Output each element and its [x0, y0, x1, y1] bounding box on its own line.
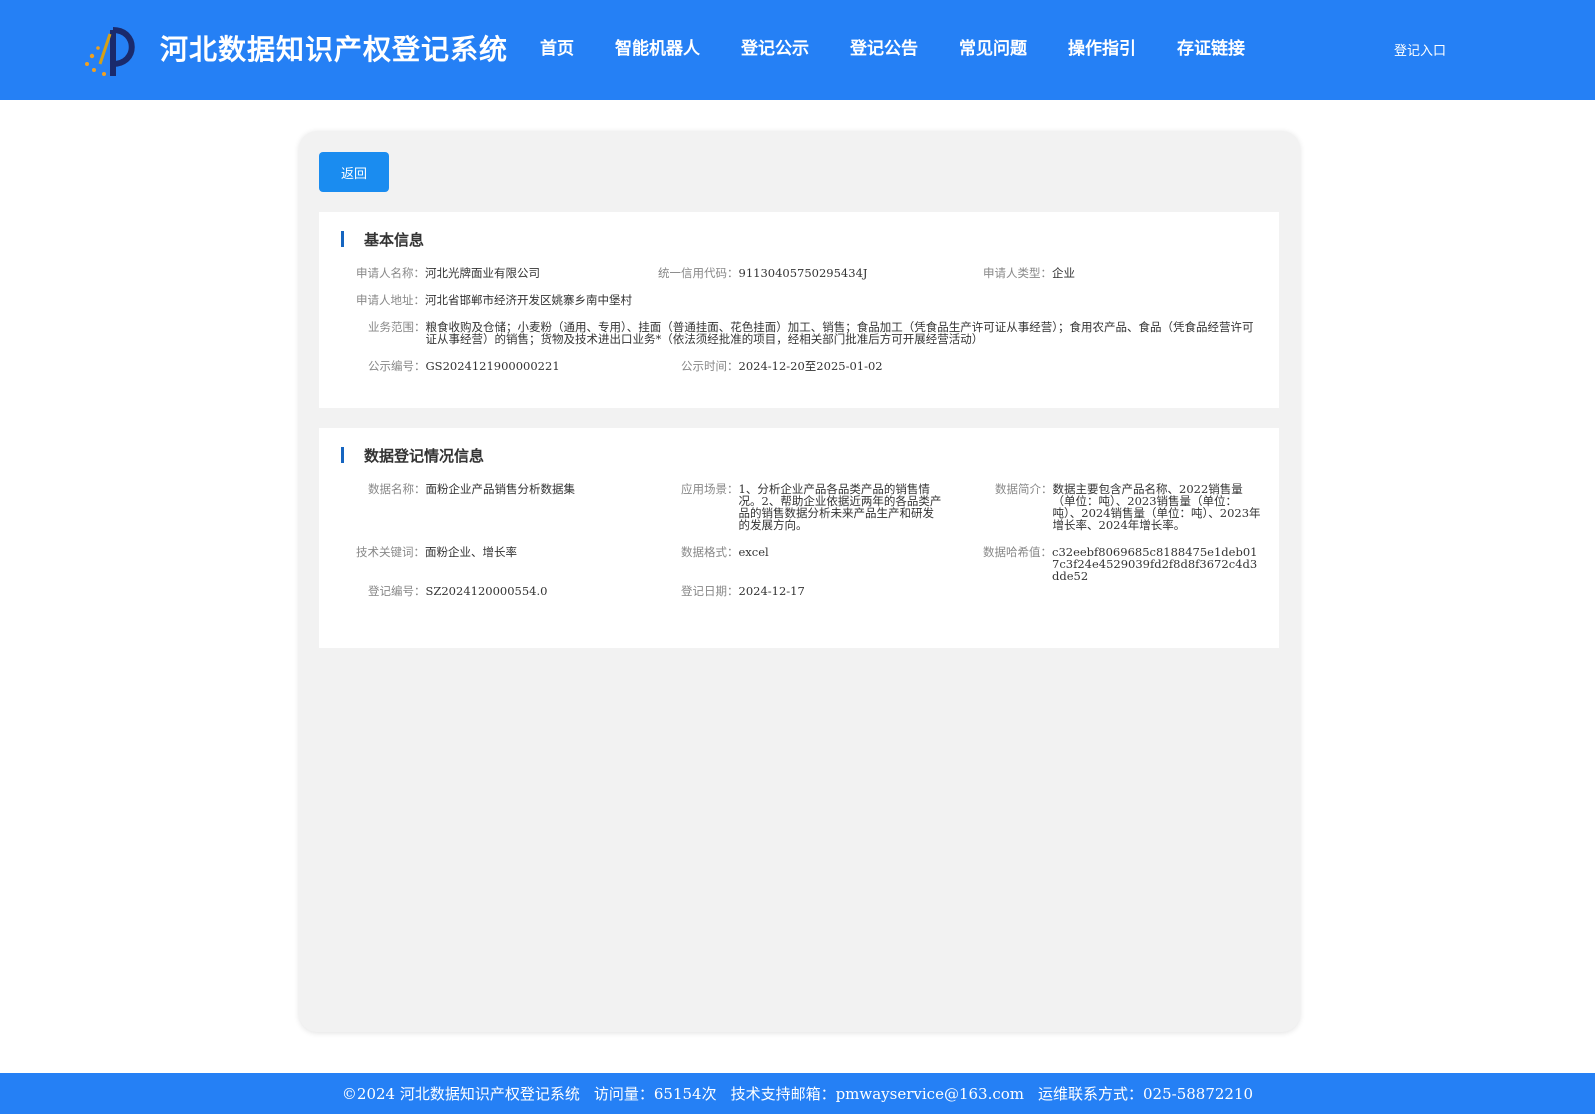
reg-no-field: 登记编号： SZ2024120000554.0 — [368, 584, 548, 598]
applicant-address-field: 申请人地址： 河北省邯郸市经济开发区姚寨乡南中堡村 — [356, 293, 632, 307]
footer-email: 技术支持邮箱：pmwayservice@163.com — [730, 1085, 1025, 1103]
data-name-field: 数据名称： 面粉企业产品销售分析数据集 — [368, 482, 575, 496]
scenario-field: 应用场景： 1、分析企业产品各品类产品的销售情况。2、帮助企业依据近两年的各品类… — [681, 482, 942, 532]
reg-date-field: 登记日期： 2024-12-17 — [681, 584, 805, 598]
format-field: 数据格式： excel — [681, 545, 769, 559]
applicant-name-field: 申请人名称： 河北光牌面业有限公司 — [356, 266, 540, 280]
nav-faq[interactable]: 常见问题 — [959, 34, 1027, 59]
nav-guide[interactable]: 操作指引 — [1068, 34, 1136, 59]
data-info-card: 数据登记情况信息 数据名称： 面粉企业产品销售分析数据集 应用场景： 1、分析企… — [319, 428, 1279, 648]
logo-icon — [85, 27, 135, 76]
footer-copyright: ©2024 河北数据知识产权登记系统 — [341, 1085, 580, 1103]
site-title: 河北数据知识产权登记系统 — [160, 33, 509, 66]
section-title-basic: 基本信息 — [341, 230, 424, 249]
footer-contact: 运维联系方式：025-58872210 — [1038, 1085, 1254, 1103]
hash-field: 数据哈希值： c32eebf8069685c8188475e1deb017c3f… — [983, 545, 1258, 583]
basic-info-card: 基本信息 申请人名称： 河北光牌面业有限公司 统一信用代码： 911304057… — [319, 212, 1279, 408]
detail-panel: 返回 基本信息 申请人名称： 河北光牌面业有限公司 统一信用代码： 911304… — [299, 131, 1300, 1032]
top-header: 河北数据知识产权登记系统 首页 智能机器人 登记公示 登记公告 常见问题 操作指… — [0, 0, 1595, 100]
publicity-time-field: 公示时间： 2024-12-20至2025-01-02 — [681, 359, 883, 373]
main-nav: 首页 智能机器人 登记公示 登记公告 常见问题 操作指引 存证链接 — [540, 34, 1286, 59]
footer: ©2024 河北数据知识产权登记系统 访问量：65154次 技术支持邮箱：pmw… — [0, 1073, 1595, 1114]
section-marker — [341, 231, 344, 247]
nav-home[interactable]: 首页 — [540, 34, 574, 59]
publicity-no-field: 公示编号： GS2024121900000221 — [368, 359, 560, 373]
back-button[interactable]: 返回 — [319, 152, 389, 192]
nav-evidence-link[interactable]: 存证链接 — [1177, 34, 1245, 59]
section-marker — [341, 447, 344, 463]
summary-field: 数据简介： 数据主要包含产品名称、2022销售量（单位：吨）、2023销售量（单… — [995, 482, 1261, 532]
keywords-field: 技术关键词： 面粉企业、增长率 — [356, 545, 517, 559]
section-title-data: 数据登记情况信息 — [341, 446, 484, 465]
credit-code-field: 统一信用代码： 91130405750295434J — [658, 266, 868, 280]
footer-visits: 访问量：65154次 — [593, 1085, 717, 1103]
nav-robot[interactable]: 智能机器人 — [615, 34, 700, 59]
nav-announcement[interactable]: 登记公告 — [850, 34, 918, 59]
business-scope-field: 业务范围： 粮食收购及仓储；小麦粉（通用、专用）、挂面（普通挂面、花色挂面）加工… — [368, 320, 1254, 346]
login-link[interactable]: 登记入口 — [1394, 40, 1446, 59]
nav-publicity[interactable]: 登记公示 — [741, 34, 809, 59]
applicant-type-field: 申请人类型： 企业 — [983, 266, 1075, 280]
